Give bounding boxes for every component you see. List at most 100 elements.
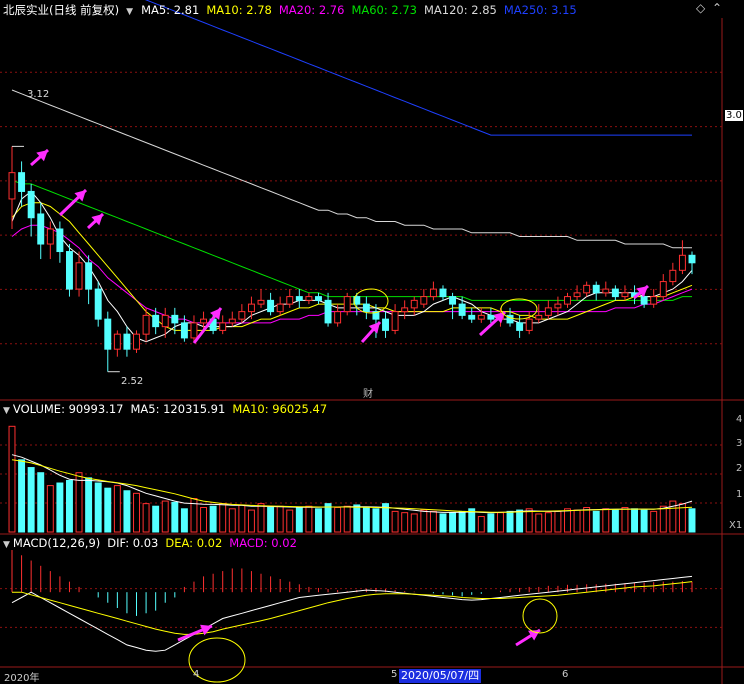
price-axis-tag: 3.0 [725, 110, 743, 121]
candle-body [113, 333, 121, 350]
candle-body [161, 314, 169, 328]
main-header: 北辰实业(日线 前复权) ▼ MA5: 2.81 MA10: 2.78 MA20: 2.… [3, 2, 584, 18]
volume-bar [573, 509, 581, 533]
candle-body [611, 288, 619, 298]
volume-bar [267, 507, 275, 533]
volume-bar [238, 504, 246, 533]
candle-body [228, 318, 236, 324]
volume-bar [142, 503, 150, 533]
volume-bar [449, 512, 457, 533]
ma5-label: MA5: 2.81 [141, 3, 200, 17]
dea-line [12, 581, 693, 635]
volume-bar [305, 505, 313, 533]
macd-params-label: MACD(12,26,9) [12, 536, 101, 550]
volume-dropdown-icon[interactable]: ▼ [3, 406, 10, 416]
volume-bar [343, 505, 351, 533]
volume-bar [133, 492, 140, 533]
date-label: 2020年 [4, 673, 40, 684]
candle-body [85, 262, 93, 290]
candle-body [142, 314, 150, 335]
candle-body [535, 314, 543, 320]
volume-bar [257, 503, 265, 533]
candle-body [238, 311, 246, 320]
candle-body [75, 262, 83, 290]
volume-bar [295, 507, 303, 533]
candle-body [18, 172, 26, 192]
volume-bar [640, 509, 648, 533]
vol-axis-tick: 3 [736, 438, 743, 449]
volume-bar [334, 507, 342, 533]
volume-bar [161, 500, 169, 533]
candle-body [468, 314, 476, 320]
volume-bar [535, 513, 543, 533]
candle-body [391, 311, 399, 331]
volume-bar [583, 507, 591, 533]
candle-body [324, 299, 332, 324]
stock-chart[interactable] [0, 0, 744, 684]
candle-body [27, 190, 35, 219]
volume-bar [420, 509, 428, 533]
date-label: 6 [562, 669, 569, 680]
candle-body [458, 303, 466, 316]
volume-label: VOLUME: 90993.17 [12, 402, 124, 416]
macd-dropdown-icon[interactable]: ▼ [3, 540, 10, 550]
volume-bar [18, 459, 26, 533]
candle-body [315, 296, 322, 301]
candle-body [544, 307, 552, 316]
candle-body [46, 228, 54, 245]
candle-body [420, 296, 428, 305]
ma250-label: MA250: 3.15 [503, 3, 577, 17]
candle-body [401, 307, 409, 313]
vol-axis-tick: 1 [736, 489, 743, 500]
ma60-label: MA60: 2.73 [351, 3, 417, 17]
financial-report-marker[interactable]: 财 [363, 385, 373, 400]
volume-bar [439, 513, 447, 533]
volume-bar [123, 490, 131, 533]
candle-body [247, 303, 255, 313]
volume-bar [372, 508, 380, 533]
candle-body [592, 284, 600, 294]
date-label: 5 [391, 669, 398, 680]
volume-bar [37, 472, 45, 533]
volume-bar [506, 510, 514, 533]
volume-ma5-label: MA5: 120315.91 [130, 402, 226, 416]
candle-body [286, 296, 294, 305]
candle-body [37, 213, 45, 245]
volume-bar [85, 477, 93, 533]
volume-bar [8, 425, 16, 533]
volume-bar [525, 508, 533, 533]
dif-label: DIF: 0.03 [107, 536, 159, 550]
candle-body [516, 322, 524, 331]
diamond-icon[interactable]: ◇ [696, 1, 705, 15]
title-dropdown-icon[interactable]: ▼ [126, 7, 133, 17]
volume-bar [391, 510, 399, 533]
vol-axis-tick: 4 [736, 414, 743, 425]
candle-body [429, 288, 437, 298]
volume-bar [496, 512, 504, 533]
volume-bar [554, 510, 562, 533]
volume-bar [171, 501, 179, 533]
highlight-ellipse [522, 598, 558, 634]
volume-bar [152, 505, 160, 533]
candle-body [688, 254, 696, 264]
volume-bar [209, 505, 217, 533]
candle-body [621, 292, 629, 298]
date-label: 4 [193, 669, 200, 680]
volume-bar [477, 516, 485, 533]
volume-bar [315, 508, 322, 533]
collapse-icon[interactable]: ⌃ [712, 1, 722, 15]
volume-bar [602, 508, 610, 533]
stock-title[interactable]: 北辰实业(日线 前复权) [3, 3, 119, 17]
ma120-label: MA120: 2.85 [424, 3, 497, 17]
volume-ma10-label: MA10: 96025.47 [232, 402, 328, 416]
volume-bar [401, 512, 409, 533]
volume-bar [659, 505, 667, 533]
volume-bar [631, 508, 639, 533]
candle-body [65, 251, 73, 290]
dif-line [11, 575, 693, 652]
volume-bar [621, 507, 629, 533]
candle-body [477, 314, 485, 320]
candle-body [267, 299, 275, 313]
ma20-label: MA20: 2.76 [278, 3, 345, 17]
candle-body [583, 284, 591, 294]
